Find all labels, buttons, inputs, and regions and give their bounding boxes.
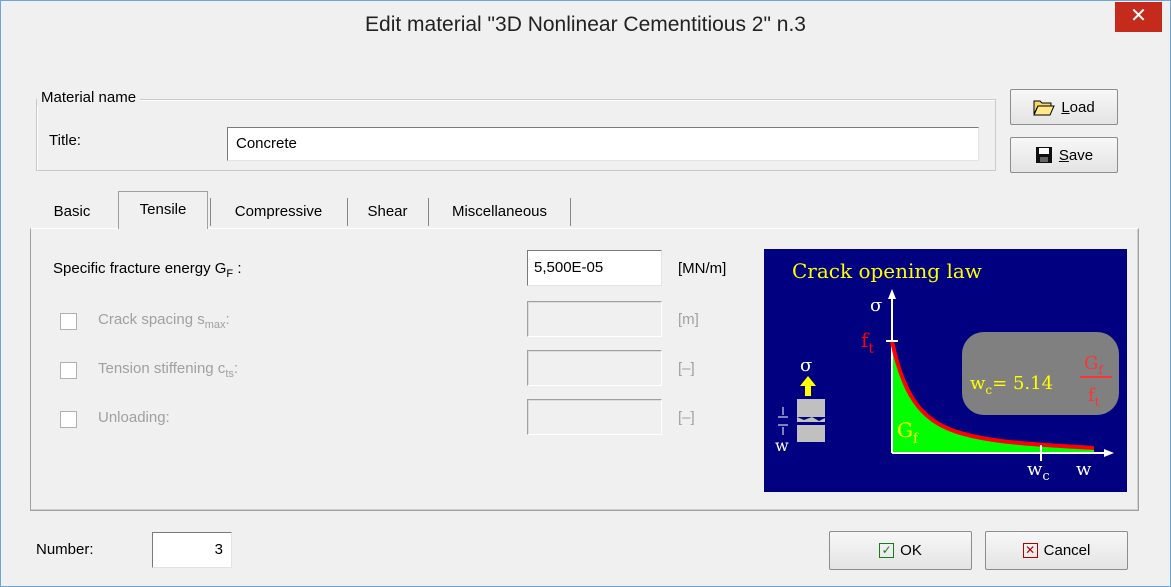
cancel-x-icon: ✕ xyxy=(1022,543,1038,558)
ok-label: OK xyxy=(900,542,922,559)
tension-stiffening-label: Tension stiffening cts: xyxy=(98,360,239,380)
floppy-disk-icon xyxy=(1035,147,1052,163)
tension-stiffening-unit: [–] xyxy=(678,360,695,377)
tension-stiffening-checkbox[interactable] xyxy=(60,362,77,379)
open-folder-icon xyxy=(1033,100,1056,116)
load-label: oad xyxy=(1069,98,1095,116)
close-icon: ✕ xyxy=(1130,5,1147,27)
crack-opening-law-diagram: Crack opening law σ ft Gf wc w wc= 5.14 … xyxy=(764,249,1127,492)
tab-tensile[interactable]: Tensile xyxy=(118,191,208,229)
cancel-button[interactable]: ✕ Cancel xyxy=(985,531,1128,570)
save-accelerator: S xyxy=(1058,146,1069,164)
window-title: Edit material "3D Nonlinear Cementitious… xyxy=(365,13,806,36)
unloading-label: Unloading: xyxy=(98,409,170,426)
fracture-energy-input[interactable]: 5,500E-05 xyxy=(527,250,662,286)
checkmark-icon: ✓ xyxy=(879,543,895,558)
fracture-energy-label: Specific fracture energy GF : xyxy=(53,260,242,280)
close-button[interactable]: ✕ xyxy=(1115,2,1162,32)
dialog-window: Edit material "3D Nonlinear Cementitious… xyxy=(0,0,1171,587)
tab-shear[interactable]: Shear xyxy=(347,198,427,226)
tab-basic[interactable]: Basic xyxy=(33,198,111,226)
crack-spacing-label: Crack spacing smax: xyxy=(98,311,230,331)
specimen-bottom xyxy=(797,425,825,442)
save-label: ave xyxy=(1068,146,1094,164)
tab-miscellaneous[interactable]: Miscellaneous xyxy=(428,198,571,226)
title-bar: Edit material "3D Nonlinear Cementitious… xyxy=(1,1,1170,49)
unloading-checkbox[interactable] xyxy=(60,411,77,428)
save-button[interactable]: Save xyxy=(1010,137,1118,173)
material-name-group-label: Material name xyxy=(37,89,141,106)
sigma-axis-label: σ xyxy=(870,295,882,316)
formula-text: wc= 5.14 xyxy=(970,373,1053,397)
specimen-top xyxy=(797,399,825,417)
unloading-unit: [–] xyxy=(678,409,695,426)
diagram-title: Crack opening law xyxy=(792,259,982,283)
cancel-label: Cancel xyxy=(1043,542,1091,559)
unloading-input[interactable] xyxy=(527,399,662,435)
ok-button[interactable]: ✓ OK xyxy=(829,531,972,570)
number-label: Number: xyxy=(36,541,94,558)
specimen-sigma-label: σ xyxy=(800,355,812,376)
crack-width-label: w xyxy=(775,436,789,455)
tension-stiffening-input[interactable] xyxy=(527,350,662,386)
crack-spacing-checkbox[interactable] xyxy=(60,313,77,330)
w-axis-label: w xyxy=(1076,459,1092,480)
title-label: Title: xyxy=(49,132,81,149)
title-input[interactable]: Concrete xyxy=(227,127,979,161)
fracture-energy-unit: [MN/m] xyxy=(678,260,727,277)
tab-compressive[interactable]: Compressive xyxy=(210,198,346,226)
load-button[interactable]: Load xyxy=(1010,89,1118,125)
crack-spacing-input[interactable] xyxy=(527,301,662,337)
number-input[interactable]: 3 xyxy=(152,532,232,568)
crack-spacing-unit: [m] xyxy=(678,311,699,328)
load-accelerator: L xyxy=(1061,98,1070,116)
